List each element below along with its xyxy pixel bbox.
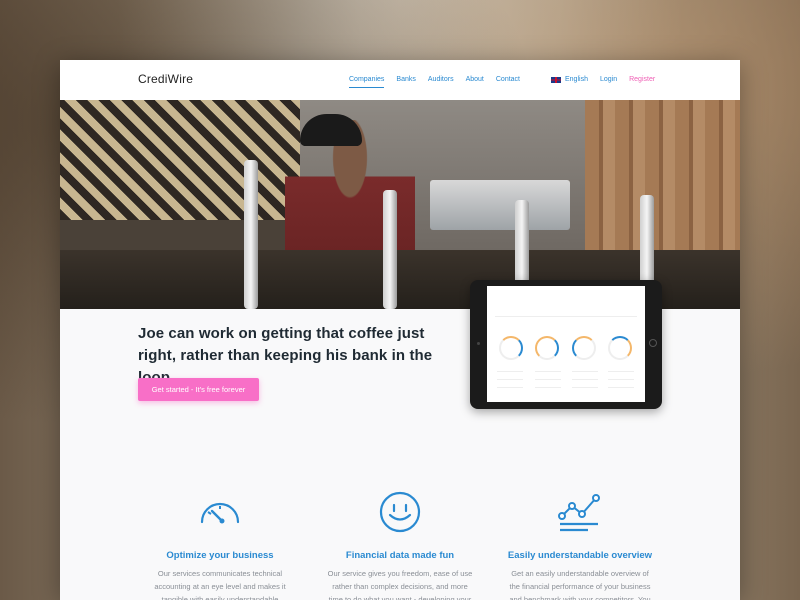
dashboard-row [497,379,523,380]
patterned-wall [60,100,300,220]
get-started-button[interactable]: Get started - It's free forever [138,378,259,401]
feature-text: Our service gives you freedom, ease of u… [327,569,473,600]
donut-chart [499,336,523,360]
register-link[interactable]: Register [629,75,655,84]
dashboard-row [572,379,598,380]
feature-title: Optimize your business [166,550,274,561]
wood-wall [585,100,740,250]
uk-flag-icon [551,76,561,83]
feature-title: Easily understandable overview [507,550,653,561]
dashboard-row [497,387,523,388]
site-header: CrediWire Companies Banks Auditors About… [60,60,740,100]
donut-chart [572,336,596,360]
nav-contact[interactable]: Contact [496,75,520,88]
tablet-mockup [470,280,662,409]
language-selector[interactable]: English [551,75,588,84]
account-nav: English Login Register [551,75,655,84]
nav-about[interactable]: About [466,75,484,88]
login-link[interactable]: Login [600,75,617,84]
feature-title: Financial data made fun [345,550,455,561]
dashboard-row [535,371,561,372]
dashboard-row [535,379,561,380]
dashboard-divider [495,316,637,317]
tablet-home-button [649,339,657,347]
nav-auditors[interactable]: Auditors [428,75,454,88]
steam-wand [383,190,397,309]
donut-chart [608,336,632,360]
features-section: Optimize your business Our services comm… [60,480,740,600]
feature-text: Get an easily understandable overview of… [509,569,651,600]
donut-chart [535,336,559,360]
dashboard-preview [487,286,645,402]
landing-page: CrediWire Companies Banks Auditors About… [60,60,740,600]
speedometer-icon [200,502,240,524]
dashboard-row [608,371,634,372]
brand-logo[interactable]: CrediWire [138,72,193,86]
feature-text: Our services communicates technical acco… [154,569,286,600]
dashboard-row [608,379,634,380]
dashboard-row [497,371,523,372]
main-nav: Companies Banks Auditors About Contact [349,75,520,88]
steam-wand [244,160,258,309]
dashboard-tabs [495,295,510,296]
hero-photo [60,100,740,309]
nav-companies[interactable]: Companies [349,75,385,88]
dashboard-row [535,387,561,388]
dashboard-row [608,387,634,388]
smiley-icon [379,491,421,533]
dashboard-row [572,371,598,372]
language-label: English [565,76,588,83]
line-chart-icon [558,494,600,532]
dashboard-row [572,387,598,388]
espresso-machine [430,180,570,230]
nav-banks[interactable]: Banks [396,75,415,88]
tablet-camera [477,342,480,345]
